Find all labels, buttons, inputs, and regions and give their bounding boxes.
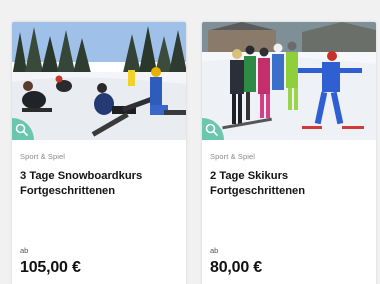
card-title-line-2: Fortgeschrittenen <box>20 184 116 197</box>
page: Sport & Spiel 3 Tage Snowboardkurs Fortg… <box>0 0 380 284</box>
price-value: 105,00 € <box>20 259 81 276</box>
ski-scene-image <box>202 22 376 140</box>
price-prefix: ab <box>20 246 29 255</box>
price-value: 80,00 € <box>210 259 262 276</box>
card-title-line-2: Fortgeschrittenen <box>210 184 306 197</box>
card-title-line-1: 3 Tage Snowboardkurs <box>20 170 143 182</box>
zoom-icon <box>205 123 219 137</box>
product-card-snowboard[interactable]: Sport & Spiel 3 Tage Snowboardkurs Fortg… <box>12 22 186 284</box>
card-title-line-1: 2 Tage Skikurs <box>210 170 289 182</box>
card-title[interactable]: 2 Tage Skikurs Fortgeschrittenen <box>210 169 366 198</box>
card-category: Sport & Spiel <box>210 152 256 161</box>
zoom-icon <box>15 123 29 137</box>
price-prefix: ab <box>210 246 219 255</box>
card-title[interactable]: 3 Tage Snowboardkurs Fortgeschrittenen <box>20 169 176 198</box>
snowboard-scene-image <box>12 22 186 140</box>
snowboard-course-photo[interactable] <box>12 22 186 140</box>
ski-course-photo[interactable] <box>202 22 376 140</box>
product-card-ski[interactable]: Sport & Spiel 2 Tage Skikurs Fortgeschri… <box>202 22 376 284</box>
card-category: Sport & Spiel <box>20 152 66 161</box>
